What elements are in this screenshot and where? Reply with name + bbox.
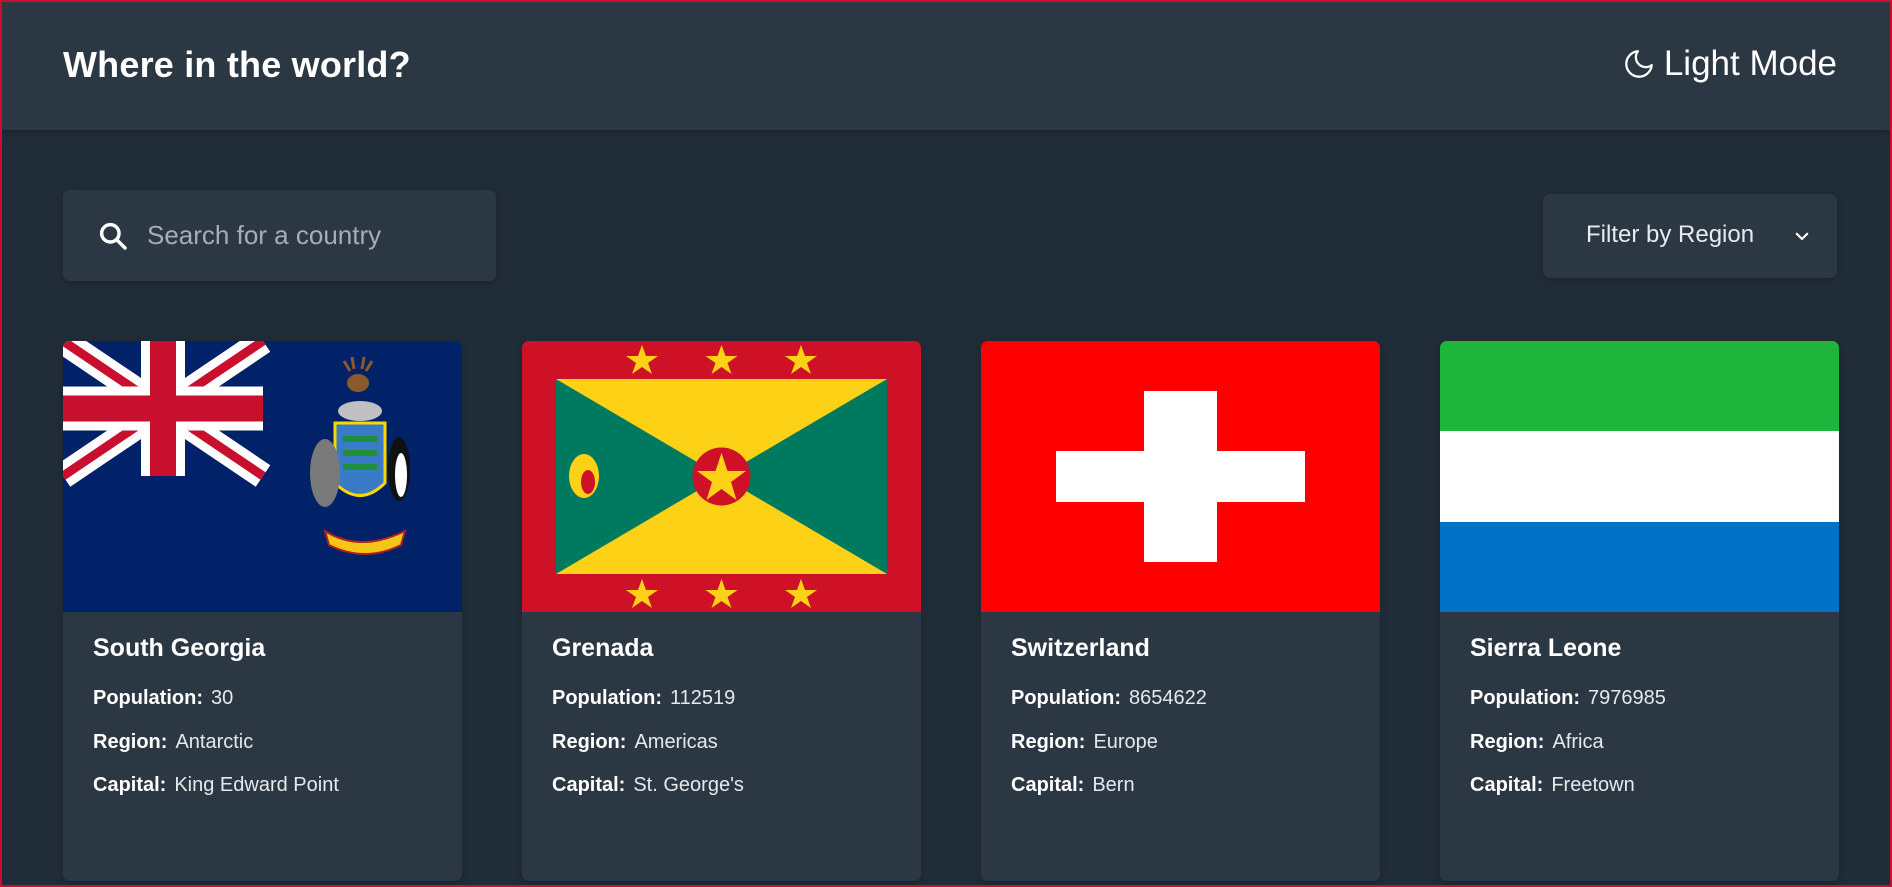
region-label: Region:: [1470, 731, 1545, 753]
capital-label: Capital:: [93, 774, 167, 796]
country-name: South Georgia: [93, 634, 266, 662]
theme-toggle-label: Light Mode: [1663, 44, 1837, 83]
region-row: Region: Europe: [1011, 731, 1158, 754]
population-value: 7976985: [1587, 687, 1666, 709]
population-row: Population: 7976985: [1470, 687, 1666, 710]
region-filter-label: Filter by Region: [1586, 221, 1755, 248]
population-value: 8654622: [1128, 687, 1207, 709]
region-row: Region: Antarctic: [93, 731, 253, 754]
population-value: 112519: [669, 687, 736, 709]
capital-value: Bern: [1092, 774, 1135, 796]
capital-value: Freetown: [1551, 774, 1635, 796]
capital-value: King Edward Point: [174, 774, 339, 796]
country-card-sierra-leone[interactable]: Sierra Leone Population: 7976985 Region: A…: [1440, 341, 1839, 881]
capital-label: Capital:: [1470, 774, 1544, 796]
capital-row: Capital: Freetown: [1470, 774, 1635, 797]
sierra-leone-flag: [1440, 341, 1839, 612]
search-input[interactable]: [147, 190, 477, 281]
population-label: Population:: [1470, 687, 1580, 709]
region-label: Region:: [552, 731, 627, 753]
search-box[interactable]: [63, 190, 496, 281]
region-label: Region:: [1011, 731, 1086, 753]
capital-label: Capital:: [552, 774, 626, 796]
page: Where in the world? Light Mode Filter by…: [2, 2, 1890, 885]
capital-row: Capital: King Edward Point: [93, 774, 339, 797]
region-label: Region:: [93, 731, 168, 753]
region-value: Europe: [1093, 731, 1158, 753]
chevron-down-icon: [1795, 232, 1809, 241]
grenada-flag: [522, 341, 921, 612]
region-row: Region: Africa: [1470, 731, 1604, 754]
capital-row: Capital: St. George's: [552, 774, 744, 797]
population-row: Population: 8654622: [1011, 687, 1207, 710]
country-card-grenada[interactable]: Grenada Population: 112519 Region: America…: [522, 341, 921, 881]
population-label: Population:: [1011, 687, 1121, 709]
country-name: Sierra Leone: [1470, 634, 1622, 662]
population-row: Population: 30: [93, 687, 233, 710]
region-filter-dropdown[interactable]: Filter by Region: [1543, 194, 1837, 278]
switzerland-flag: [981, 341, 1380, 612]
region-value: Antarctic: [175, 731, 254, 753]
moon-icon: [1625, 50, 1653, 78]
capital-row: Capital: Bern: [1011, 774, 1135, 797]
region-row: Region: Americas: [552, 731, 718, 754]
region-value: Americas: [634, 731, 718, 753]
country-card-switzerland[interactable]: Switzerland Population: 8654622 Region: Eu…: [981, 341, 1380, 881]
capital-label: Capital:: [1011, 774, 1085, 796]
population-label: Population:: [93, 687, 203, 709]
population-value: 30: [210, 687, 234, 709]
country-name: Switzerland: [1011, 634, 1150, 662]
south-georgia-flag: [63, 341, 462, 612]
app-header: Where in the world? Light Mode: [2, 2, 1890, 130]
population-label: Population:: [552, 687, 662, 709]
search-icon: [99, 222, 127, 250]
region-value: Africa: [1552, 731, 1604, 753]
app-title: Where in the world?: [63, 44, 411, 85]
country-name: Grenada: [552, 634, 654, 662]
capital-value: St. George's: [633, 774, 744, 796]
theme-toggle-button[interactable]: Light Mode: [1622, 44, 1837, 84]
country-card-south-georgia[interactable]: South Georgia Population: 30 Region: Antar…: [63, 341, 462, 881]
population-row: Population: 112519: [552, 687, 735, 710]
